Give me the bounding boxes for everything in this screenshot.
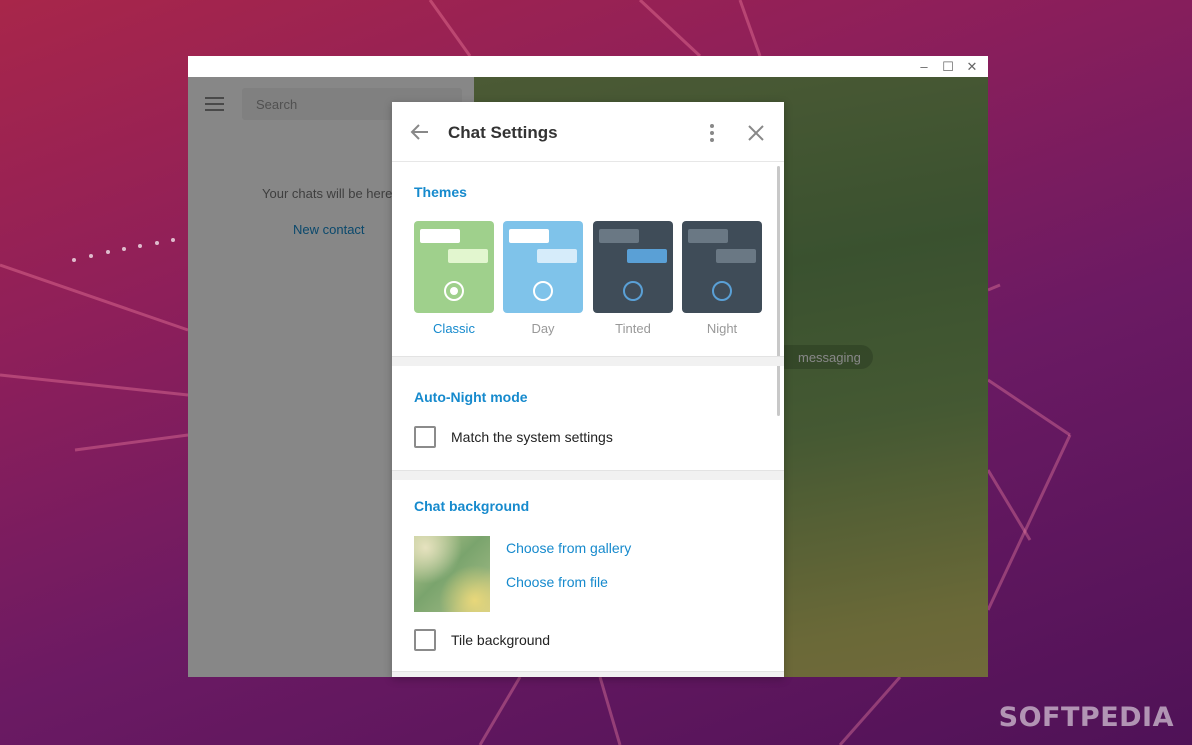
- radio-button[interactable]: [712, 281, 732, 301]
- radio-button[interactable]: [533, 281, 553, 301]
- title-bar: – ☐ ✕: [188, 56, 988, 77]
- theme-label-night: Night: [706, 321, 738, 336]
- theme-card-day[interactable]: [503, 221, 583, 313]
- theme-label-tinted: Tinted: [615, 321, 651, 336]
- theme-card-tinted[interactable]: [593, 221, 673, 313]
- close-icon[interactable]: [747, 124, 765, 142]
- maximize-button[interactable]: ☐: [936, 56, 960, 77]
- theme-card-classic[interactable]: [414, 221, 494, 313]
- choose-from-gallery-link[interactable]: Choose from gallery: [506, 540, 631, 556]
- theme-label-day: Day: [531, 321, 555, 336]
- panel-title: Chat Settings: [448, 123, 558, 142]
- tile-background-label[interactable]: Tile background: [451, 632, 550, 648]
- themes-section-title: Themes: [414, 184, 467, 200]
- tile-background-checkbox[interactable]: [414, 629, 436, 651]
- minimize-button[interactable]: –: [912, 56, 936, 77]
- background-thumbnail[interactable]: [414, 536, 490, 612]
- back-arrow-icon[interactable]: [410, 122, 430, 142]
- match-system-label[interactable]: Match the system settings: [451, 429, 613, 445]
- chat-background-section-title: Chat background: [414, 498, 530, 514]
- theme-label-classic: Classic: [433, 321, 475, 336]
- auto-night-section-title: Auto-Night mode: [414, 389, 528, 405]
- choose-from-file-link[interactable]: Choose from file: [506, 574, 608, 590]
- section-divider: [392, 671, 784, 677]
- match-system-checkbox[interactable]: [414, 426, 436, 448]
- scrollbar[interactable]: [777, 166, 780, 416]
- more-options-icon[interactable]: [708, 123, 716, 143]
- section-divider: [392, 356, 784, 366]
- radio-button[interactable]: [444, 281, 464, 301]
- softpedia-watermark: SOFTPEDIA: [998, 702, 1174, 733]
- section-divider: [392, 470, 784, 480]
- radio-button[interactable]: [623, 281, 643, 301]
- close-window-button[interactable]: ✕: [960, 56, 984, 77]
- theme-card-night[interactable]: [682, 221, 762, 313]
- chat-settings-panel: Chat Settings Themes Classic Day Tinted …: [392, 102, 784, 677]
- panel-header: Chat Settings: [392, 102, 784, 162]
